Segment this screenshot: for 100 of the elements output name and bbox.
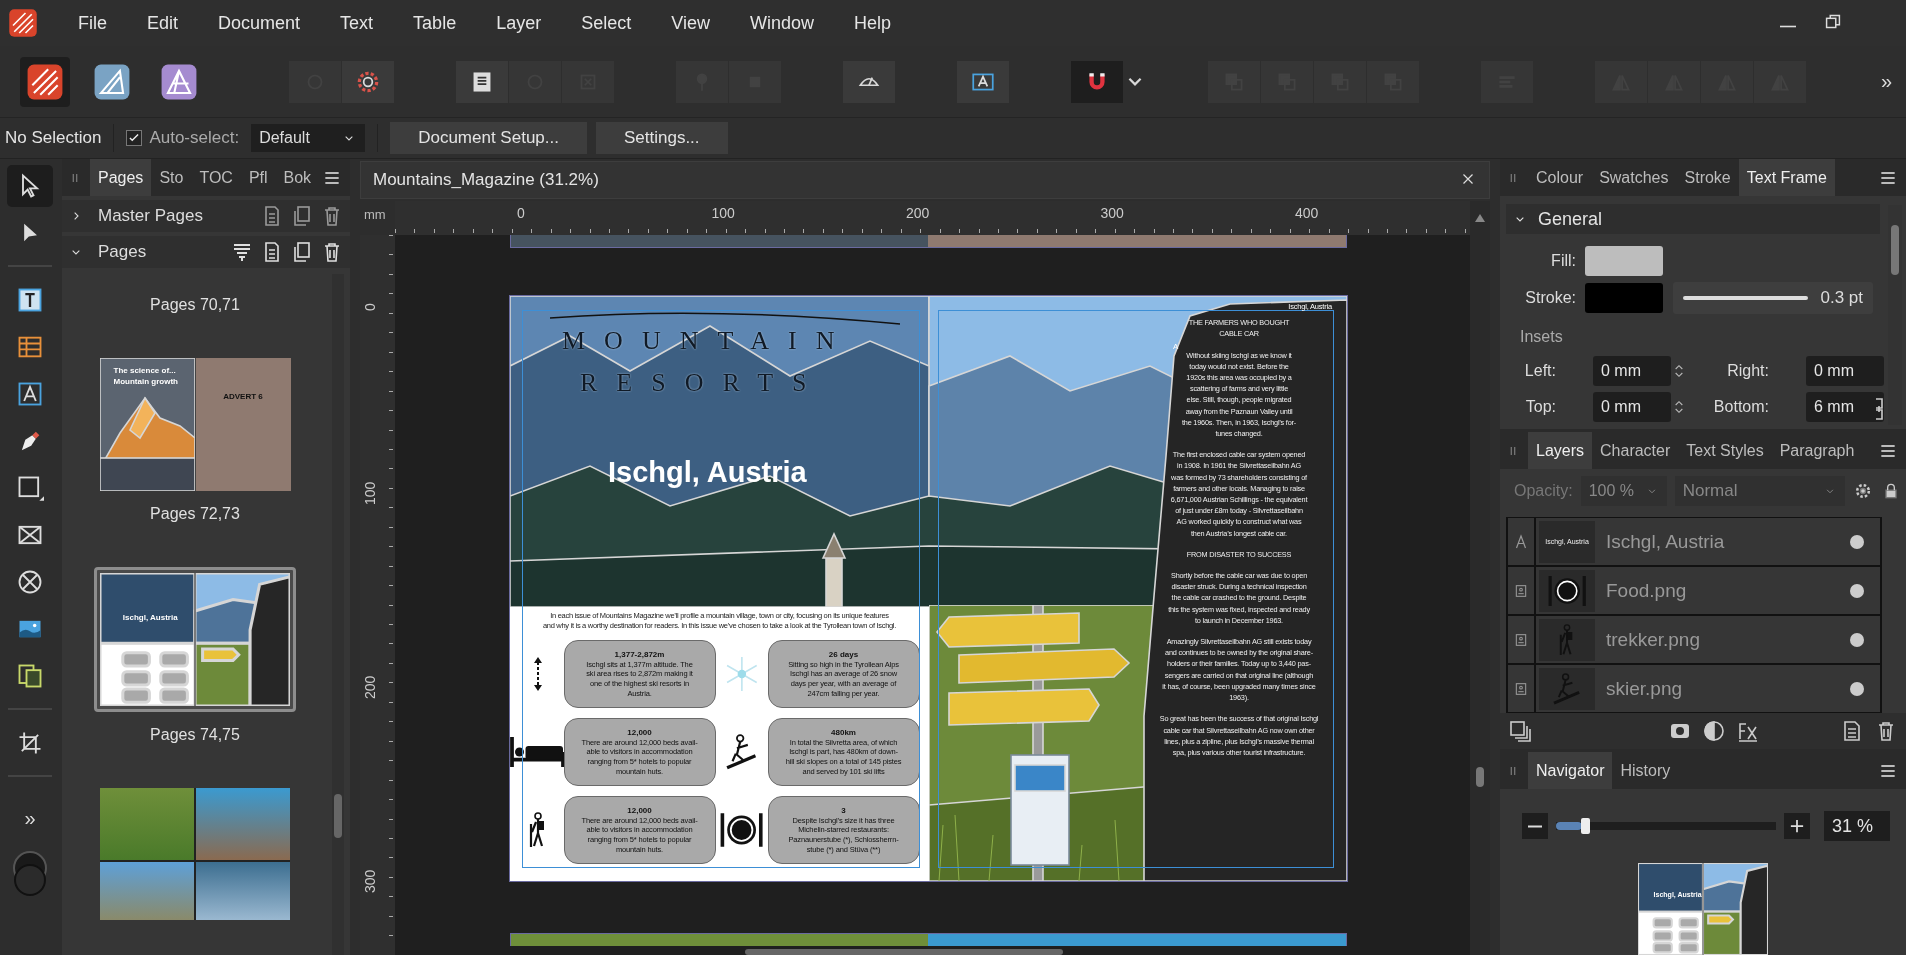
toolbar-button[interactable] — [342, 60, 394, 103]
tool-button[interactable] — [7, 165, 53, 207]
ruler-unit: mm — [363, 206, 387, 224]
ruler-label: 300 — [1100, 205, 1124, 221]
panel-tab[interactable]: Colour — [1528, 159, 1592, 196]
ruler-label: 0 — [517, 205, 525, 221]
opacity-dropdown[interactable]: 100 % — [1580, 476, 1667, 506]
menu-item[interactable]: Select — [581, 12, 632, 34]
document-tab[interactable]: Mountains_Magazine (31.2%) — [360, 161, 1490, 199]
overflow-button[interactable]: » — [1874, 69, 1898, 94]
caret-icon — [1128, 77, 1142, 86]
panel-tab[interactable]: Text Styles — [1678, 432, 1772, 469]
inset-label: Left: — [1523, 362, 1557, 380]
menu-item[interactable]: Help — [853, 12, 891, 34]
zoom-slider-thumb[interactable] — [1581, 818, 1591, 834]
fill-label: Fill: — [1550, 252, 1576, 270]
zoom-out-button[interactable] — [1522, 813, 1548, 839]
menu-item[interactable]: Table — [413, 12, 457, 34]
inset-field[interactable]: 0 mm — [1593, 356, 1671, 386]
panel-tab[interactable]: History — [1612, 752, 1679, 789]
auto-select-checkbox[interactable] — [126, 130, 143, 146]
menu-item[interactable]: Window — [749, 12, 814, 34]
inset-field[interactable]: 0 mm — [1806, 356, 1884, 386]
panel-tab[interactable]: Bok — [275, 159, 320, 196]
scroll-up-arrow-icon — [1474, 213, 1486, 223]
minimize-icon — [1780, 24, 1796, 28]
panel-tab[interactable]: Character — [1592, 432, 1679, 469]
ruler-label: 200 — [906, 205, 930, 221]
visibility-dot[interactable] — [1850, 583, 1864, 598]
panel-tab[interactable]: Navigator — [1528, 752, 1613, 789]
menu-item[interactable]: Edit — [147, 12, 179, 34]
panel-tab[interactable]: Text Frame — [1738, 159, 1835, 196]
layer-name: Ischgl, Austria — [1605, 530, 1726, 553]
layer-name: Food.png — [1605, 579, 1688, 602]
insets-label: Insets — [1520, 328, 1564, 346]
visibility-dot[interactable] — [1850, 534, 1864, 549]
layer-row[interactable]: Food.png — [1506, 566, 1882, 615]
persona-button[interactable] — [20, 56, 70, 107]
panel-section-header[interactable]: Pages — [62, 236, 350, 268]
panel-tab[interactable]: Stroke — [1676, 159, 1739, 196]
zoom-field[interactable]: 31 % — [1824, 811, 1890, 841]
fill-swatch[interactable] — [1585, 246, 1663, 276]
adjustment-icon — [1702, 719, 1726, 743]
panel-section-header[interactable]: Master Pages — [62, 200, 350, 232]
vertical-scrollbar[interactable] — [332, 274, 344, 955]
toolbar-button[interactable] — [957, 60, 1009, 103]
menu-item[interactable]: Text — [340, 12, 374, 34]
plate-cutlery-icon — [1547, 574, 1587, 607]
panel-tab[interactable]: Paragraph — [1771, 432, 1863, 469]
toolbar-text-button[interactable]: Settings... — [595, 122, 728, 154]
horizontal-scrollbar[interactable] — [745, 949, 1063, 955]
ruler-label: 0 — [362, 303, 378, 311]
thumbnail-text: Ischgl, Austria — [122, 612, 178, 622]
panel-tab[interactable]: Pfl — [240, 159, 276, 196]
stroke-label: Stroke: — [1524, 289, 1576, 307]
hiker-icon — [529, 812, 546, 848]
spread-thumbnail[interactable] — [100, 788, 290, 920]
section-label: General — [1538, 208, 1603, 230]
hiker-icon — [1559, 623, 1575, 656]
menu-item[interactable]: Document — [218, 12, 301, 34]
menu-item[interactable]: File — [78, 12, 107, 34]
inset-field[interactable]: 0 mm — [1593, 392, 1671, 422]
ruler-label: 300 — [362, 869, 378, 893]
ruler-label: 100 — [362, 481, 378, 505]
visibility-dot[interactable] — [1850, 632, 1864, 647]
colour-wells-icon — [10, 850, 50, 898]
menu-item[interactable]: View — [671, 12, 710, 34]
layer-row[interactable]: trekker.png — [1506, 615, 1882, 664]
panel-tab[interactable]: Pages — [90, 159, 152, 196]
panel-tab[interactable]: Swatches — [1591, 159, 1677, 196]
toolbar-button[interactable] — [456, 60, 508, 103]
visibility-dot[interactable] — [1850, 681, 1864, 696]
zoom-in-button[interactable] — [1784, 813, 1810, 839]
tools-overflow-button[interactable]: » — [24, 807, 36, 830]
section-label: Master Pages — [98, 206, 203, 226]
rectangle-icon — [16, 474, 44, 502]
fact-title: 1,377-2,872m — [614, 649, 665, 660]
toolbar-button[interactable] — [843, 60, 895, 103]
stroke-width-control[interactable]: 0.3 pt — [1673, 282, 1873, 314]
blend-mode-dropdown[interactable]: Normal — [1674, 476, 1845, 506]
auto-select-label: Auto-select: — [149, 128, 240, 148]
panel-tab[interactable]: TOC — [191, 159, 241, 196]
panel-tab[interactable]: Sto — [151, 159, 192, 196]
spread-thumbnail[interactable]: Ischgl, Austria — [94, 567, 296, 712]
section-label: Pages — [98, 242, 147, 262]
fact-title: 26 days — [828, 649, 859, 660]
stroke-swatch[interactable] — [1585, 283, 1663, 313]
toolbar-text-button[interactable]: Document Setup... — [390, 122, 587, 154]
spread-thumbnail[interactable]: The science of... Mountain growth ADVERT 6 — [99, 358, 291, 491]
mode-dropdown[interactable]: Default — [251, 124, 366, 152]
spread-label: Pages 72,73 — [150, 505, 240, 523]
layer-row[interactable]: skier.png — [1506, 664, 1882, 713]
panel-section-header[interactable]: General — [1506, 204, 1880, 234]
plate-cutlery-icon — [719, 812, 764, 848]
double-arrow-icon — [532, 656, 543, 692]
panel-tab[interactable]: Layers — [1528, 432, 1593, 469]
fact-title: 12,000 — [627, 805, 652, 816]
inset-field[interactable]: 6 mm — [1806, 392, 1884, 422]
menu-item[interactable]: Layer — [496, 12, 542, 34]
layers-icon — [1508, 719, 1532, 743]
